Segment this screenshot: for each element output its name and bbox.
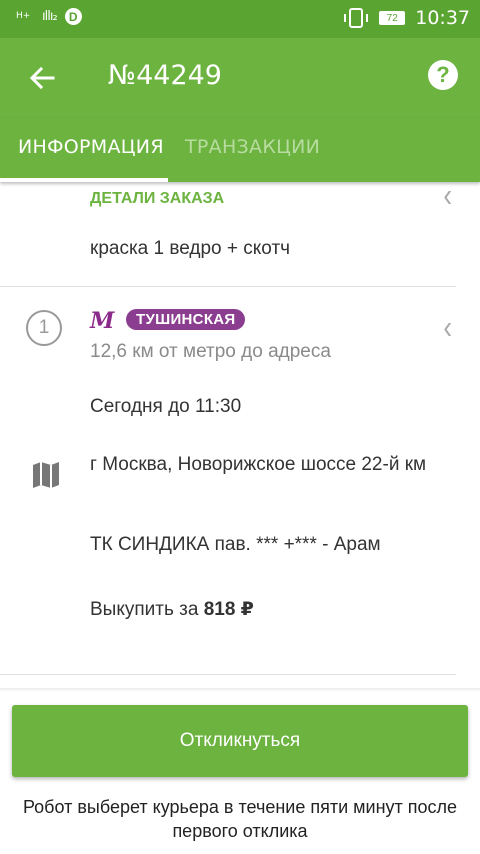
map-icon[interactable] [32,461,60,489]
metro-station-badge: ТУШИНСКАЯ [126,309,246,330]
battery-icon: 72 [379,11,406,25]
app-notification-icon: D [64,8,82,25]
stop-number-badge: 1 [26,310,62,346]
arrow-left-icon [29,66,55,90]
respond-button[interactable]: Откликнуться [12,705,468,777]
buyout-label: Выкупить за [90,599,204,620]
order-content[interactable]: ДЕТАЛИ ЗАКАЗА ‹ краска 1 ведро + скотч 1… [0,182,480,692]
divider [0,674,456,675]
active-tab-indicator [0,178,168,182]
tab-bar: ИНФОРМАЦИЯ ТРАНЗАКЦИИ [0,118,480,182]
buyout-price: 818 ₽ [203,599,254,620]
status-bar: H+ ıllı₂ D 72 10:37 [0,0,480,38]
order-description: краска 1 ведро + скотч [90,238,291,259]
help-icon[interactable]: ? [428,60,458,90]
toolbar: №44249 ? [0,38,480,118]
clock: 10:37 [415,7,470,29]
order-details-header: ДЕТАЛИ ЗАКАЗА [90,190,225,207]
courier-selection-note: Робот выберет курьера в течение пяти мин… [22,797,458,841]
network-type-indicator: H+ [16,11,31,21]
metro-distance: 12,6 км от метро до адреса [90,341,331,362]
delivery-deadline: Сегодня до 11:30 [90,396,242,417]
chevron-left-icon[interactable]: ‹ [443,307,452,347]
content-shadow [0,688,480,692]
divider [0,286,456,287]
metro-icon: М [90,308,115,334]
vibrate-mode-icon [344,8,369,28]
tab-information[interactable]: ИНФОРМАЦИЯ [18,136,164,158]
contact-info: ТК СИНДИКА пав. *** +*** - Арам [90,534,381,555]
delivery-address: г Москва, Новорижское шоссе 22-й км [90,454,427,475]
order-number-title: №44249 [108,60,222,91]
chevron-left-icon[interactable]: ‹ [443,182,452,216]
back-button[interactable] [22,58,62,98]
tab-transactions[interactable]: ТРАНЗАКЦИИ [185,136,320,158]
buyout-amount: Выкупить за 818 ₽ [90,598,254,621]
signal-strength-icon: ıllı₂ [42,9,58,24]
